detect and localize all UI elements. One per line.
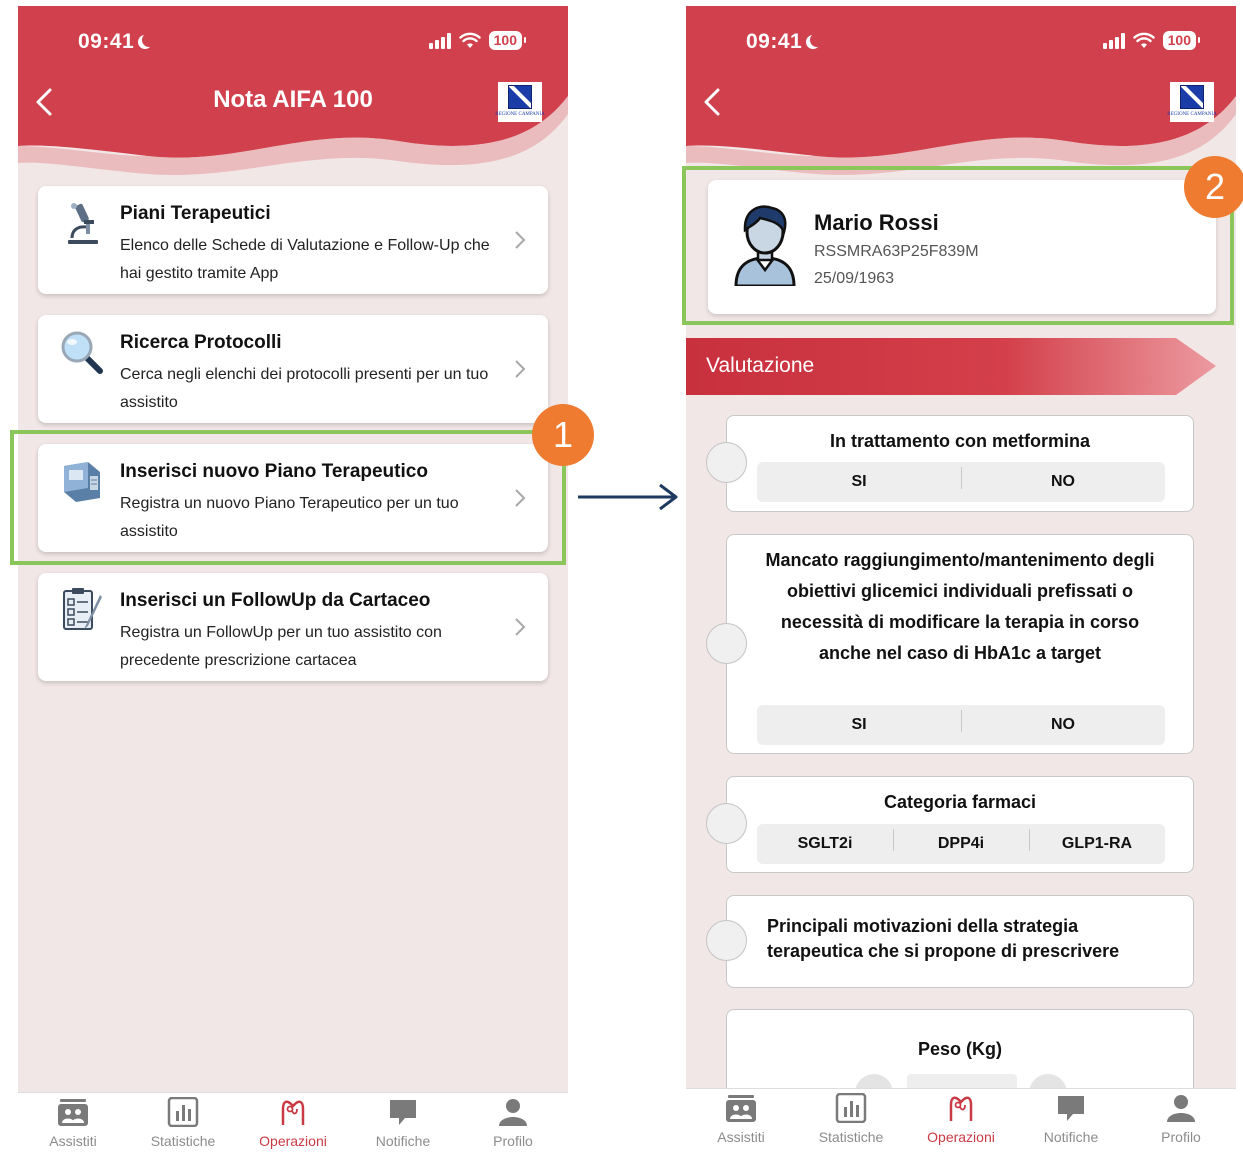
tab-label: Profilo <box>1161 1129 1201 1145</box>
battery-indicator: 100 <box>488 31 527 50</box>
status-icons: 100 <box>1102 31 1201 50</box>
highlight-box-2 <box>682 166 1234 325</box>
tab-label: Assistiti <box>717 1129 765 1145</box>
stethoscope-icon <box>949 1096 973 1121</box>
tab-assistiti[interactable]: Assistiti <box>18 1093 128 1154</box>
tab-notifiche[interactable]: Notifiche <box>1016 1089 1126 1154</box>
yes-no-segmented-control: SI NO <box>757 462 1165 502</box>
chevron-right-icon <box>515 360 526 378</box>
drug-category-segmented-control: SGLT2i DPP4i GLP1-RA <box>757 824 1165 864</box>
header: 09:41 100 REGIONE CAMPANIA <box>686 6 1236 176</box>
screen-operations-menu: 09:41 100 Nota AIFA 100 REGIONE CAMPANIA <box>18 6 568 1154</box>
magnifier-icon <box>61 331 103 374</box>
menu-item-piani-terapeutici[interactable]: Piani Terapeutici Elenco delle Schede di… <box>38 186 548 294</box>
tab-notifiche[interactable]: Notifiche <box>348 1093 458 1154</box>
menu-item-description: Cerca negli elenchi dei protocolli prese… <box>120 366 489 411</box>
question-title: In trattamento con metformina <box>829 431 1091 451</box>
moon-icon <box>810 33 824 47</box>
chat-icon <box>390 1100 416 1125</box>
tab-label: Assistiti <box>49 1133 97 1149</box>
question-title: Categoria farmaci <box>883 792 1037 812</box>
battery-indicator: 100 <box>1162 31 1201 50</box>
question-card-categoria-farmaci: Categoria farmaci SGLT2i DPP4i GLP1-RA <box>726 776 1194 873</box>
tab-label: Statistiche <box>150 1133 216 1149</box>
user-icon <box>1167 1095 1195 1122</box>
signal-icon <box>1102 32 1125 49</box>
chevron-right-icon <box>515 618 526 636</box>
tab-label: Statistiche <box>818 1129 884 1145</box>
question-title: Principali motivazioni della strategia t… <box>767 916 1120 961</box>
question-card-obiettivi-glicemici: Mancato raggiungimento/mantenimento degl… <box>726 534 1194 754</box>
header: 09:41 100 Nota AIFA 100 REGIONE CAMPANIA <box>18 6 568 176</box>
option-glp1-ra[interactable]: GLP1-RA <box>1029 829 1165 853</box>
chat-icon <box>1058 1096 1084 1121</box>
menu-item-description: Elenco delle Schede di Valutazione e Fol… <box>120 237 490 282</box>
stethoscope-icon <box>281 1100 305 1125</box>
tab-profilo[interactable]: Profilo <box>1126 1089 1236 1154</box>
wifi-icon <box>458 32 481 48</box>
option-sglt2i[interactable]: SGLT2i <box>757 835 893 853</box>
chevron-left-icon <box>704 88 720 116</box>
tab-label: Notifiche <box>1043 1129 1099 1145</box>
tab-profilo[interactable]: Profilo <box>458 1093 568 1154</box>
tab-label: Notifiche <box>375 1133 431 1149</box>
menu-item-ricerca-protocolli[interactable]: Ricerca Protocolli Cerca negli elenchi d… <box>38 315 548 423</box>
chevron-right-icon <box>515 231 526 249</box>
status-icons: 100 <box>428 31 527 50</box>
menu-item-inserisci-followup[interactable]: Inserisci un FollowUp da Cartaceo Regist… <box>38 573 548 681</box>
tab-statistiche[interactable]: Statistiche <box>796 1089 906 1154</box>
option-si[interactable]: SI <box>757 473 961 491</box>
back-button[interactable] <box>698 84 728 120</box>
wifi-icon <box>1132 32 1155 48</box>
radio-question-1[interactable] <box>706 442 747 483</box>
radio-question-4[interactable] <box>706 920 747 961</box>
step-badge-1: 1 <box>532 404 594 466</box>
arrow-right-icon <box>578 483 678 511</box>
step-badge-2: 2 <box>1184 156 1243 218</box>
tab-label: Operazioni <box>927 1129 995 1145</box>
chart-icon <box>167 1097 199 1127</box>
section-title: Valutazione <box>706 354 815 377</box>
regione-campania-logo: REGIONE CAMPANIA <box>495 82 545 122</box>
tab-bar: Assistiti Statistiche Operazioni Notific… <box>18 1092 568 1154</box>
question-card-motivazioni[interactable]: Principali motivazioni della strategia t… <box>726 895 1194 988</box>
tab-operazioni[interactable]: Operazioni <box>238 1093 348 1154</box>
status-time: 09:41 <box>746 30 824 54</box>
patients-icon <box>726 1095 756 1122</box>
menu-item-description: Registra un FollowUp per un tuo assistit… <box>120 624 442 669</box>
regione-campania-logo: REGIONE CAMPANIA <box>1167 82 1217 122</box>
moon-icon <box>142 33 156 47</box>
option-si[interactable]: SI <box>757 716 961 734</box>
yes-no-segmented-control: SI NO <box>757 705 1165 745</box>
chart-icon <box>835 1093 867 1123</box>
option-no[interactable]: NO <box>961 467 1165 491</box>
status-time: 09:41 <box>78 30 156 54</box>
option-dpp4i[interactable]: DPP4i <box>893 829 1029 853</box>
question-card-metformina: In trattamento con metformina SI NO <box>726 415 1194 512</box>
radio-question-2[interactable] <box>706 623 747 664</box>
tab-bar: Assistiti Statistiche Operazioni Notific… <box>686 1088 1236 1154</box>
tab-label: Profilo <box>493 1133 533 1149</box>
user-icon <box>499 1099 527 1126</box>
signal-icon <box>428 32 451 49</box>
highlight-box-1 <box>10 430 566 565</box>
section-header-valutazione: Valutazione <box>686 338 1216 395</box>
question-title: Mancato raggiungimento/mantenimento degl… <box>765 550 1155 663</box>
tab-assistiti[interactable]: Assistiti <box>686 1089 796 1154</box>
question-title: Peso (Kg) <box>917 1039 1002 1059</box>
checklist-icon <box>63 588 102 630</box>
radio-question-3[interactable] <box>706 803 747 844</box>
option-no[interactable]: NO <box>961 710 1165 734</box>
menu-item-title: Inserisci un FollowUp da Cartaceo <box>120 590 431 611</box>
tab-label: Operazioni <box>259 1133 327 1149</box>
tab-statistiche[interactable]: Statistiche <box>128 1093 238 1154</box>
menu-item-title: Piani Terapeutici <box>120 203 271 224</box>
page-title: Nota AIFA 100 <box>213 86 373 113</box>
menu-item-title: Ricerca Protocolli <box>120 332 282 353</box>
patients-icon <box>58 1099 88 1126</box>
tab-operazioni[interactable]: Operazioni <box>906 1089 1016 1154</box>
microscope-icon <box>68 203 98 244</box>
